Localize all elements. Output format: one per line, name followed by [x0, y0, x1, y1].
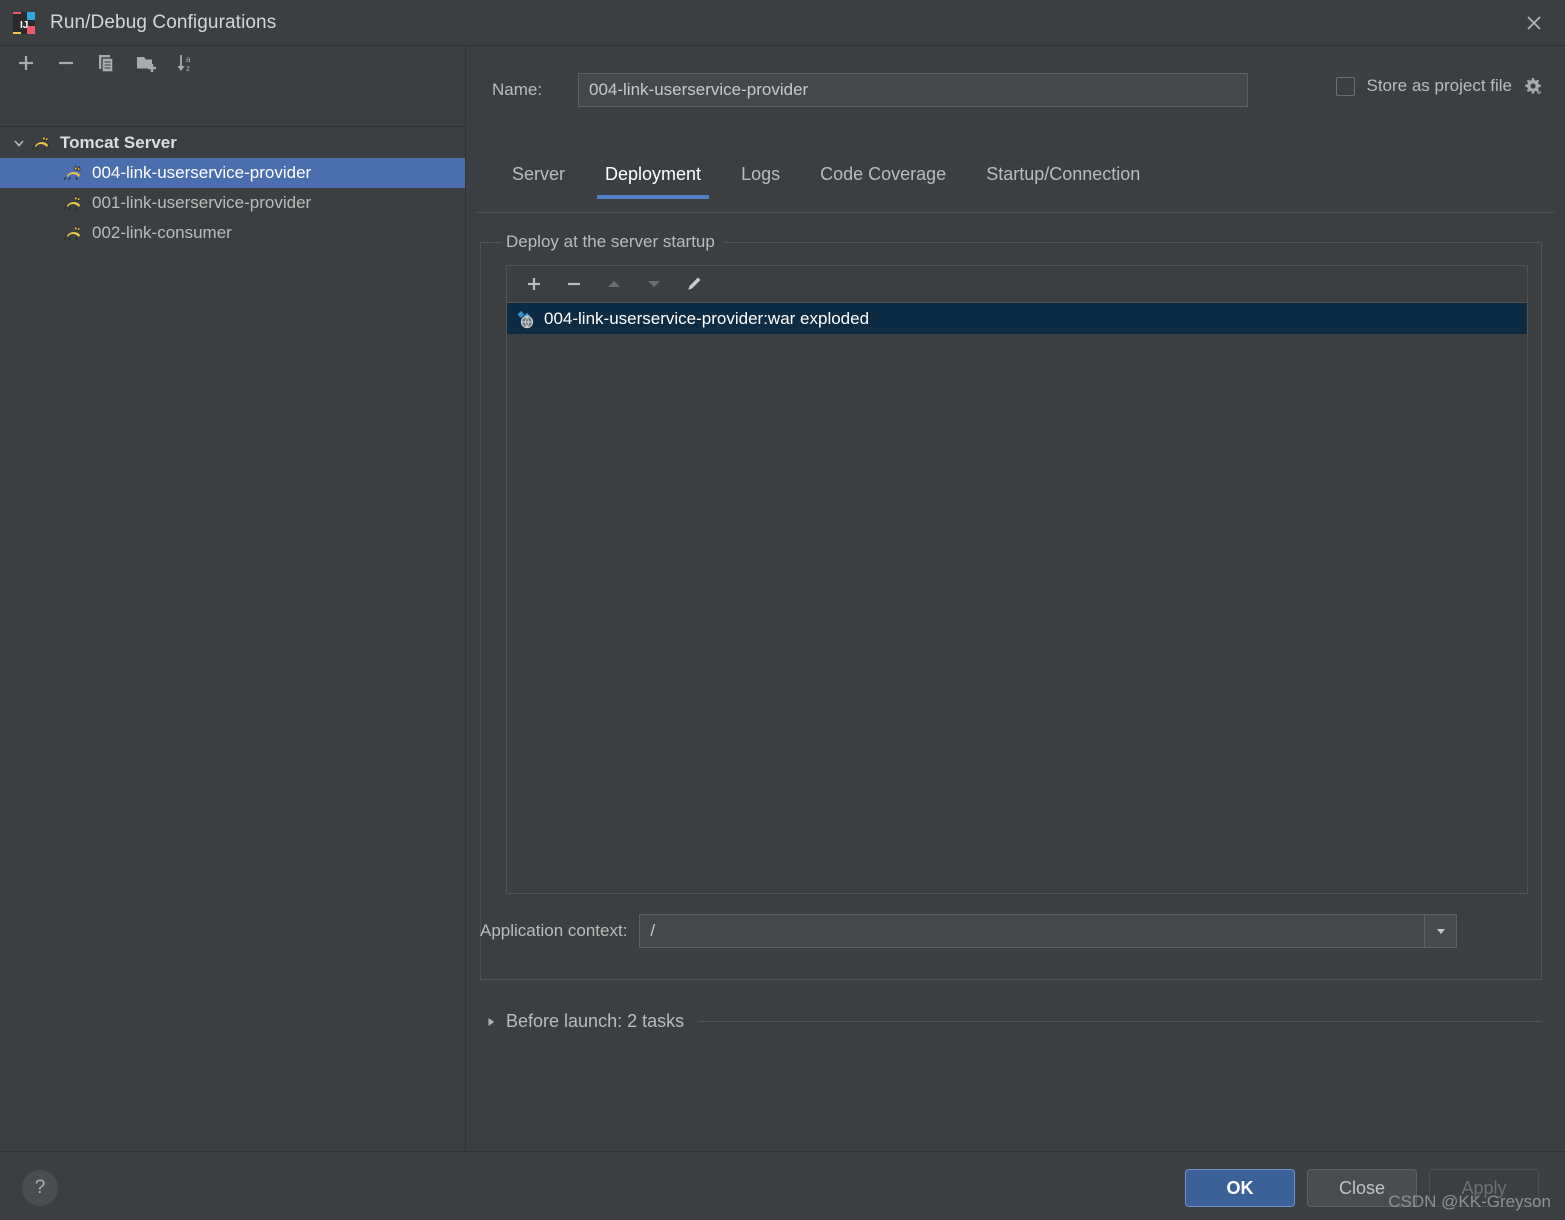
copy-configuration-button[interactable] — [88, 48, 124, 78]
tab-server[interactable]: Server — [492, 164, 585, 199]
name-input[interactable] — [578, 73, 1248, 107]
list-item-label: 001-link-userservice-provider — [92, 193, 312, 212]
window-title: Run/Debug Configurations — [50, 11, 277, 33]
add-artifact-button[interactable] — [515, 267, 553, 301]
sidebar-toolbar: a z — [0, 46, 465, 80]
application-context-input[interactable] — [640, 915, 1425, 947]
chevron-down-icon[interactable] — [1424, 915, 1457, 947]
configurations-tree: Tomcat Server 004-link-userservice-provi… — [0, 128, 465, 248]
artifact-icon — [515, 309, 537, 329]
tab-startup-connection[interactable]: Startup/Connection — [966, 164, 1160, 199]
configuration-editor-panel: Name: Store as project file Server Deplo… — [466, 46, 1565, 1151]
configuration-tabs: Server Deployment Logs Code Coverage Sta… — [492, 164, 1160, 199]
tomcat-icon — [62, 194, 84, 212]
configurations-sidebar: a z Tomcat Server 004-link-userservice-p… — [0, 46, 465, 1175]
apply-button[interactable]: Apply — [1429, 1169, 1539, 1207]
deployment-artifacts-list[interactable]: 004-link-userservice-provider:war explod… — [506, 302, 1528, 894]
deploy-at-server-startup-title: Deploy at the server startup — [502, 232, 723, 252]
title-bar: IJ Run/Debug Configurations — [0, 0, 1565, 45]
tree-group-tomcat-server[interactable]: Tomcat Server — [0, 128, 465, 158]
store-as-project-file-row: Store as project file — [1336, 76, 1543, 96]
before-launch-divider — [698, 1021, 1542, 1022]
svg-text:IJ: IJ — [20, 20, 28, 31]
remove-configuration-button[interactable] — [48, 48, 84, 78]
move-down-button[interactable] — [635, 267, 673, 301]
dialog-buttons: OK Close Apply — [1185, 1169, 1539, 1207]
name-label: Name: — [492, 80, 543, 99]
application-context-combobox[interactable] — [639, 914, 1458, 948]
svg-text:z: z — [186, 64, 190, 73]
ok-button[interactable]: OK — [1185, 1169, 1295, 1207]
store-as-project-file-checkbox[interactable] — [1336, 76, 1356, 96]
remove-artifact-button[interactable] — [555, 267, 593, 301]
tab-deployment[interactable]: Deployment — [585, 164, 721, 199]
chevron-down-icon[interactable] — [8, 136, 30, 150]
tree-group-label: Tomcat Server — [60, 133, 177, 152]
before-launch-label[interactable]: Before launch: 2 tasks — [506, 1011, 684, 1032]
sidebar-item-004-link-userservice-provider[interactable]: 004-link-userservice-provider — [0, 158, 465, 188]
list-item[interactable]: 004-link-userservice-provider:war explod… — [507, 303, 1527, 334]
close-button[interactable]: Close — [1307, 1169, 1417, 1207]
gear-icon[interactable] — [1523, 76, 1543, 96]
run-debug-configurations-dialog: IJ Run/Debug Configurations a z Tomcat S… — [0, 0, 1565, 1220]
tomcat-icon — [62, 224, 84, 242]
tomcat-icon — [30, 134, 52, 152]
intellij-idea-icon: IJ — [12, 11, 36, 35]
name-row: Name: — [492, 73, 1248, 107]
list-item-label: 002-link-consumer — [92, 223, 232, 242]
close-icon[interactable] — [1503, 0, 1565, 45]
list-item-label: 004-link-userservice-provider — [92, 163, 312, 182]
sort-configurations-button[interactable]: a z — [168, 48, 204, 78]
tomcat-icon — [62, 164, 84, 182]
tabs-divider — [476, 212, 1555, 213]
add-configuration-button[interactable] — [8, 48, 44, 78]
move-up-button[interactable] — [595, 267, 633, 301]
before-launch-section: Before launch: 2 tasks — [480, 1011, 1542, 1032]
new-folder-button[interactable] — [128, 48, 164, 78]
triangle-right-icon[interactable] — [480, 1016, 502, 1028]
application-context-label: Application context: — [480, 921, 628, 940]
sidebar-toolbar-divider — [0, 126, 465, 127]
list-item-label: 004-link-userservice-provider:war explod… — [544, 308, 870, 328]
edit-artifact-button[interactable] — [675, 267, 713, 301]
sidebar-item-001-link-userservice-provider[interactable]: 001-link-userservice-provider — [0, 188, 465, 218]
store-as-project-file-label[interactable]: Store as project file — [1366, 76, 1512, 96]
tab-code-coverage[interactable]: Code Coverage — [800, 164, 966, 199]
sidebar-item-002-link-consumer[interactable]: 002-link-consumer — [0, 218, 465, 248]
svg-text:a: a — [186, 55, 191, 64]
tab-logs[interactable]: Logs — [721, 164, 800, 199]
dialog-footer: ? OK Close Apply CSDN @KK-Greyson — [0, 1152, 1565, 1220]
help-button[interactable]: ? — [22, 1170, 58, 1206]
application-context-row: Application context: — [480, 914, 1458, 948]
deployment-list-toolbar — [506, 265, 1528, 303]
